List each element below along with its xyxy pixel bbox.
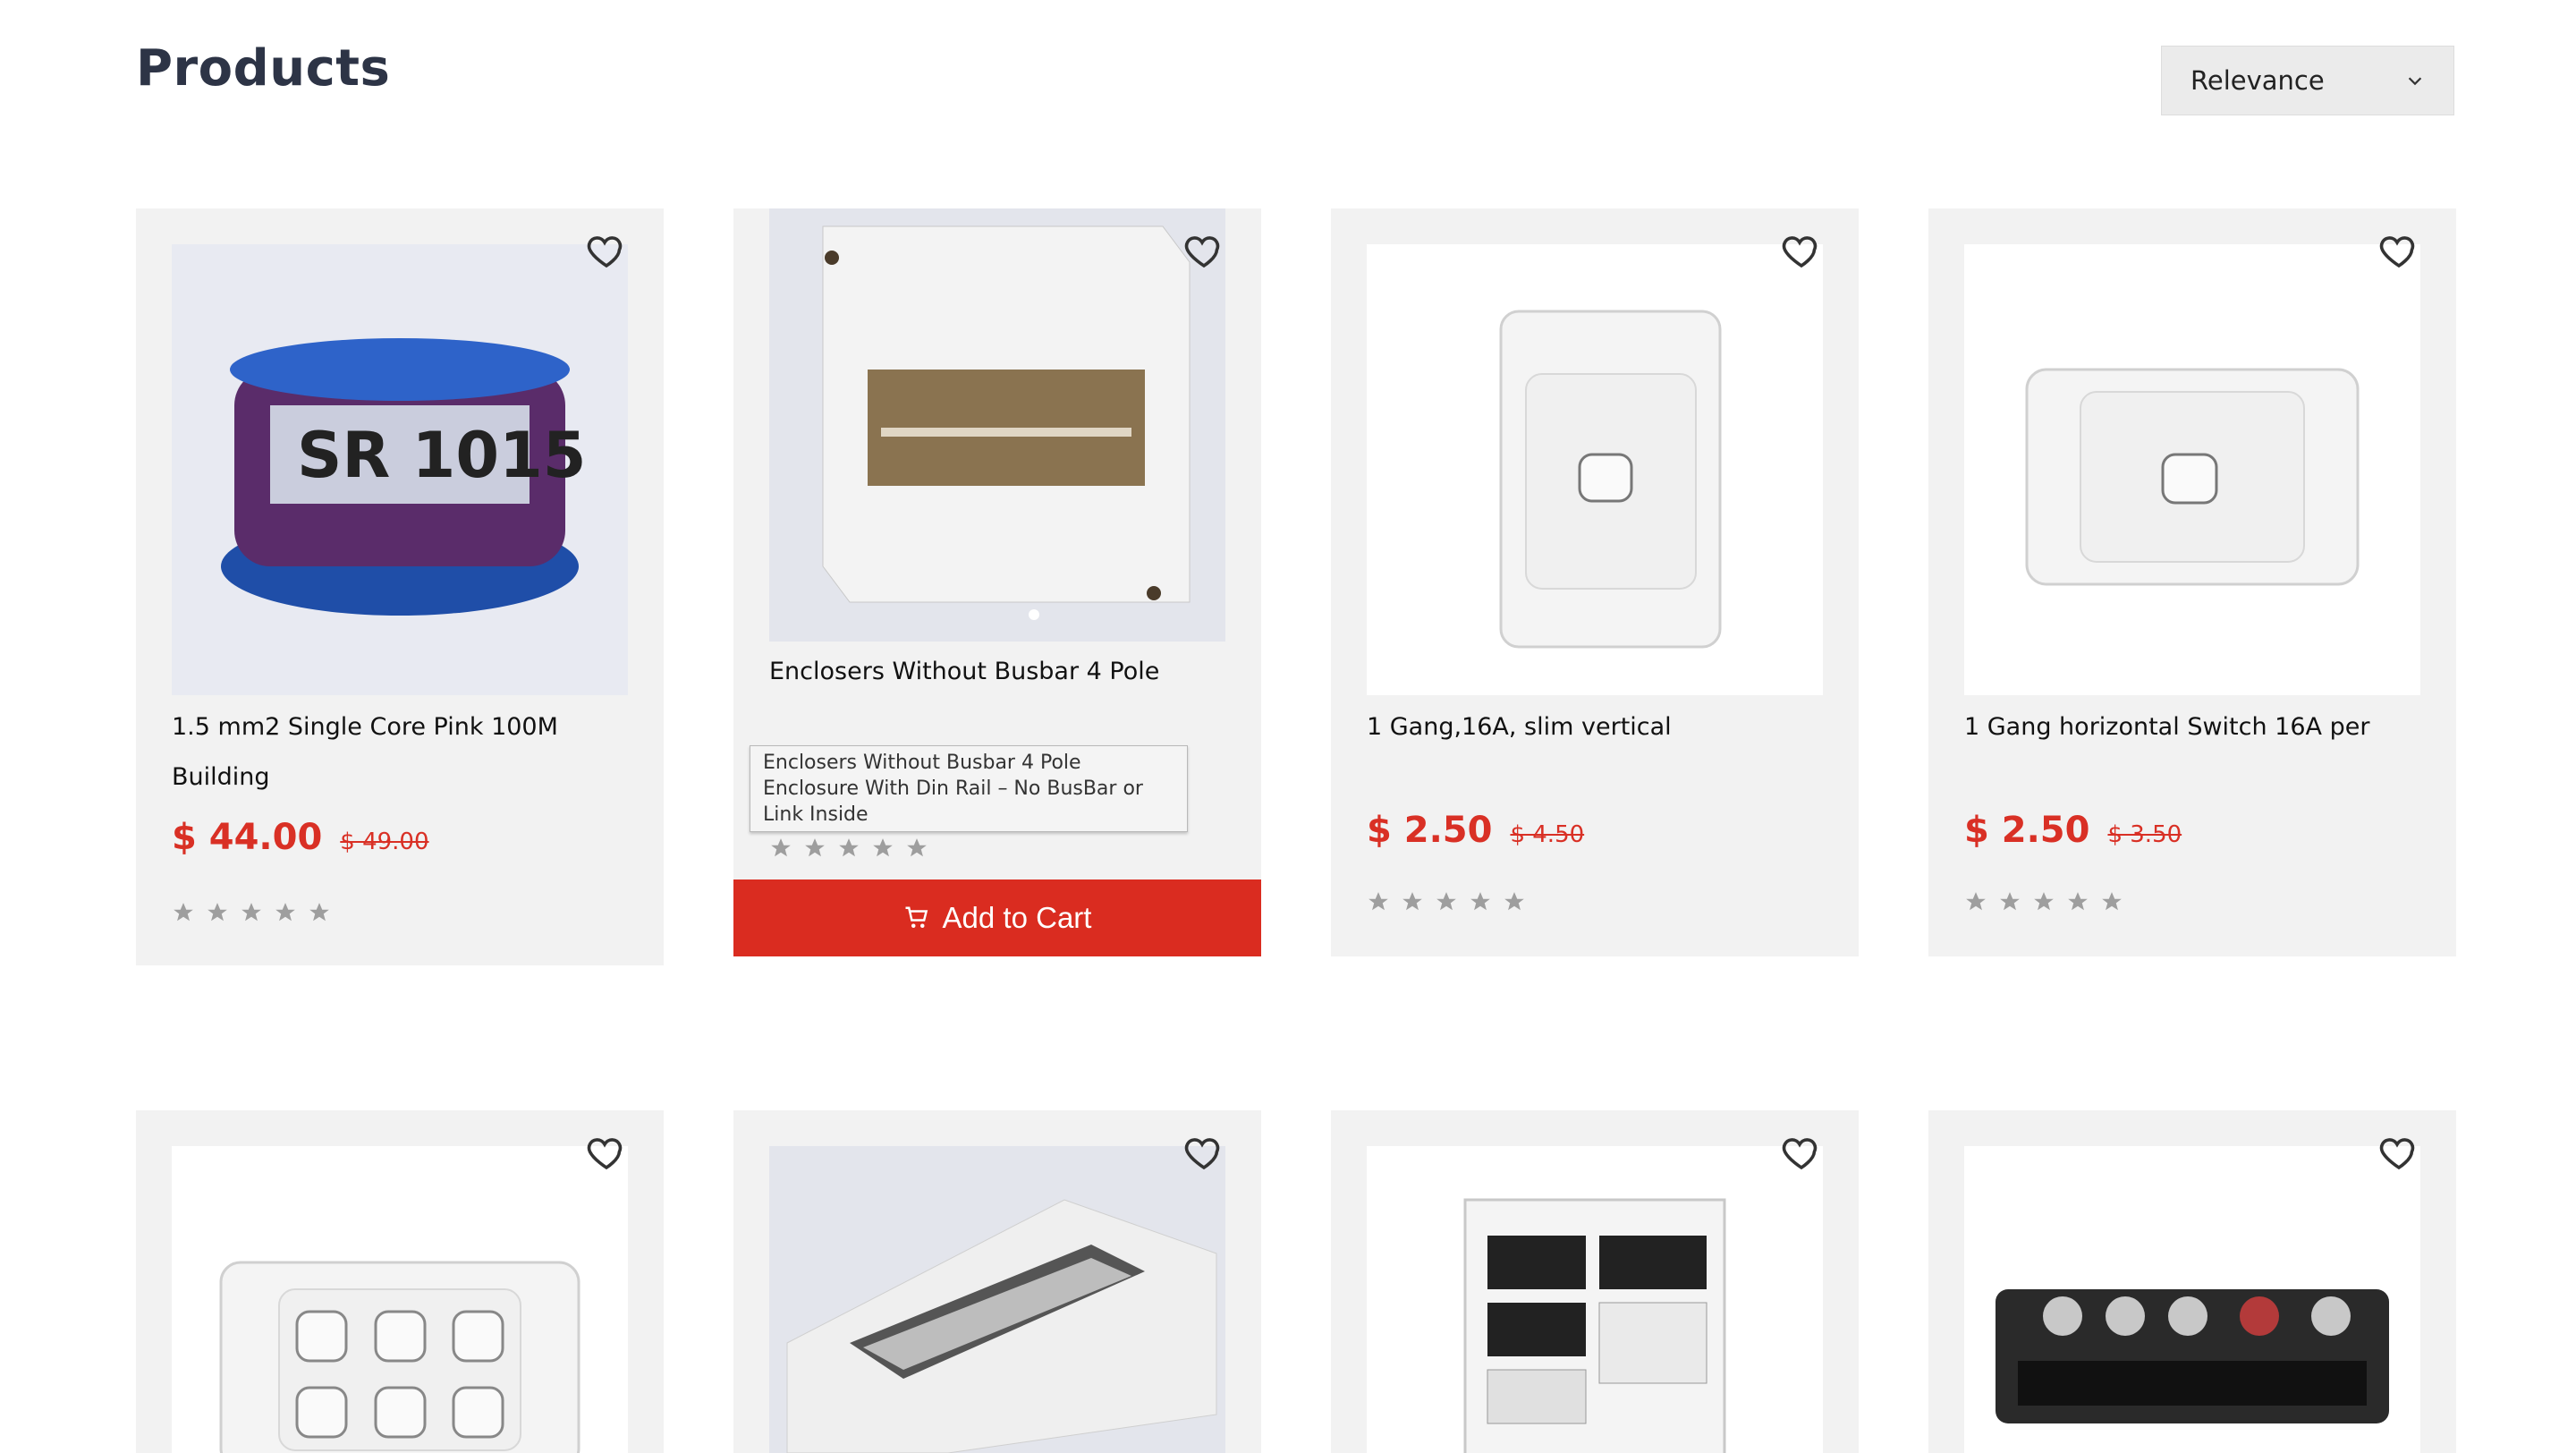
star-icon [275, 903, 295, 922]
product-card[interactable] [1928, 1110, 2456, 1453]
star-icon [242, 903, 261, 922]
price-row: $ 44.00 $ 49.00 [172, 817, 429, 858]
star-icon [1470, 892, 1490, 911]
product-name[interactable]: 1 Gang,16A, slim vertical [1367, 702, 1823, 752]
carousel-dot[interactable] [1029, 609, 1039, 620]
product-tooltip: Enclosers Without Busbar 4 Pole Enclosur… [750, 745, 1188, 832]
product-card[interactable]: 1 Gang horizontal Switch 16A per $ 2.50 … [1928, 208, 2456, 956]
add-to-cart-button[interactable]: Add to Cart [733, 879, 1261, 956]
star-icon [2102, 892, 2122, 911]
wire-spool-image: SR 1015 [172, 244, 628, 695]
product-name[interactable]: 1.5 mm2 Single Core Pink 100M Building [172, 702, 628, 803]
sort-selected-label: Relevance [2190, 65, 2325, 96]
star-icon [309, 903, 329, 922]
star-icon [839, 838, 859, 857]
product-image[interactable] [1964, 244, 2420, 695]
product-name[interactable]: Enclosers Without Busbar 4 Pole [769, 647, 1225, 697]
star-icon [1436, 892, 1456, 911]
vertical-switch-image [1367, 244, 1823, 695]
product-card[interactable]: Enclosers Without Busbar 4 Pole Add to C… [733, 208, 1261, 956]
product-image[interactable] [172, 1146, 628, 1453]
rating-stars [1367, 890, 1526, 913]
product-price: $ 2.50 [1964, 810, 2090, 851]
star-icon [805, 838, 825, 857]
star-icon [1368, 892, 1388, 911]
meter-panel-image [1367, 1146, 1823, 1453]
sort-dropdown[interactable]: Relevance [2161, 46, 2454, 115]
six-gang-switch-image [172, 1146, 628, 1453]
product-price: $ 44.00 [172, 817, 323, 858]
star-icon [873, 838, 893, 857]
thermostat-image [1964, 1146, 2420, 1453]
rating-stars [769, 837, 928, 860]
star-icon [208, 903, 227, 922]
wishlist-heart-icon[interactable] [1182, 1132, 1225, 1175]
enclosure-image [769, 208, 1225, 642]
product-price: $ 2.50 [1367, 810, 1493, 851]
wishlist-heart-icon[interactable] [1182, 230, 1225, 273]
product-card[interactable]: SR 1015 1.5 mm2 Single Core Pink 100M Bu… [136, 208, 664, 965]
product-card[interactable] [136, 1110, 664, 1453]
product-card[interactable] [733, 1110, 1261, 1453]
product-card[interactable] [1331, 1110, 1859, 1453]
star-icon [1504, 892, 1524, 911]
star-icon [1402, 892, 1422, 911]
svg-text:SR 1015: SR 1015 [297, 419, 587, 492]
product-image[interactable] [769, 208, 1225, 642]
star-icon [2034, 892, 2054, 911]
wishlist-heart-icon[interactable] [1780, 1132, 1823, 1175]
product-image[interactable] [769, 1146, 1225, 1453]
rating-stars [1964, 890, 2123, 913]
chevron-down-icon [2408, 77, 2422, 86]
product-image[interactable] [1367, 244, 1823, 695]
product-image[interactable]: SR 1015 [172, 244, 628, 695]
star-icon [771, 838, 791, 857]
page-title: Products [136, 39, 391, 98]
star-icon [174, 903, 193, 922]
star-icon [2068, 892, 2088, 911]
wishlist-heart-icon[interactable] [1780, 230, 1823, 273]
star-icon [2000, 892, 2020, 911]
product-card[interactable]: 1 Gang,16A, slim vertical $ 2.50 $ 4.50 [1331, 208, 1859, 956]
product-image[interactable] [1367, 1146, 1823, 1453]
horizontal-switch-image [1964, 244, 2420, 695]
product-old-price: $ 49.00 [340, 828, 429, 855]
cart-icon [905, 906, 928, 928]
product-old-price: $ 3.50 [2107, 821, 2182, 848]
price-row: $ 2.50 $ 4.50 [1367, 810, 1584, 851]
product-image[interactable] [1964, 1146, 2420, 1453]
product-name[interactable]: 1 Gang horizontal Switch 16A per [1964, 702, 2420, 752]
wishlist-heart-icon[interactable] [2377, 1132, 2420, 1175]
wishlist-heart-icon[interactable] [2377, 230, 2420, 273]
enclosure-angled-image [769, 1146, 1225, 1453]
rating-stars [172, 901, 331, 924]
price-row: $ 2.50 $ 3.50 [1964, 810, 2182, 851]
wishlist-heart-icon[interactable] [585, 230, 628, 273]
star-icon [1966, 892, 1986, 911]
add-to-cart-label: Add to Cart [942, 901, 1092, 934]
star-icon [907, 838, 927, 857]
product-old-price: $ 4.50 [1510, 821, 1585, 848]
wishlist-heart-icon[interactable] [585, 1132, 628, 1175]
